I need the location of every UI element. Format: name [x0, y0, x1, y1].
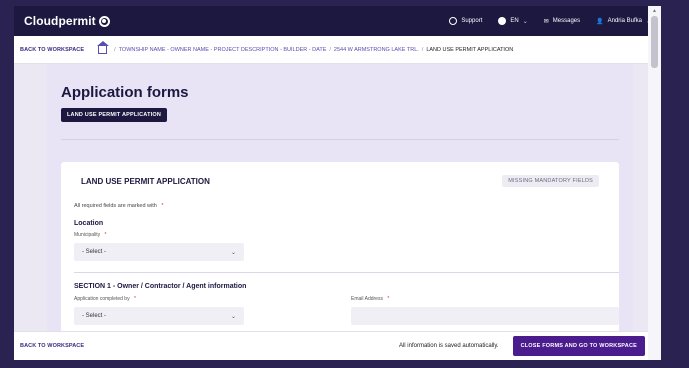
home-icon[interactable]: [97, 40, 110, 54]
required-note: All required fields are marked with *: [74, 203, 164, 209]
user-name: Andria Bufka: [607, 18, 642, 24]
form-tab-land-use[interactable]: LAND USE PERMIT APPLICATION: [61, 108, 168, 122]
divider: [61, 139, 619, 140]
chevron-down-icon: ⌄: [230, 313, 236, 320]
app-frame: Cloudpermit Support EN ⌄ ✉ Messages 👤 An…: [0, 0, 689, 368]
required-marker: *: [133, 296, 136, 302]
breadcrumb-current: LAND USE PERMIT APPLICATION: [426, 46, 514, 53]
status-badge: MISSING MANDATORY FIELDS: [502, 175, 599, 187]
completed-by-label: Application completed by *: [74, 296, 136, 302]
breadcrumb-separator: /: [421, 46, 424, 53]
back-to-workspace-link[interactable]: BACK TO WORKSPACE: [20, 47, 84, 53]
form-title: LAND USE PERMIT APPLICATION: [81, 177, 210, 186]
breadcrumb-project-link[interactable]: TOWNSHIP NAME - OWNER NAME - PROJECT DES…: [119, 47, 327, 53]
messages-icon: ✉: [543, 18, 549, 25]
brand-mark-icon: [98, 15, 110, 27]
user-menu[interactable]: 👤 Andria Bufka ⌄: [596, 18, 651, 25]
footer-bar: BACK TO WORKSPACE All information is sav…: [14, 331, 661, 360]
footer-back-to-workspace-link[interactable]: BACK TO WORKSPACE: [20, 343, 84, 349]
chevron-down-icon: ⌄: [522, 18, 528, 25]
page-title: Application forms: [61, 84, 189, 101]
messages-label: Messages: [552, 18, 581, 24]
scrollbar[interactable]: ▲: [648, 6, 661, 360]
main-content: Application forms LAND USE PERMIT APPLIC…: [47, 64, 633, 360]
required-note-text: All required fields are marked with: [74, 203, 157, 209]
municipality-label-text: Municipality: [74, 232, 101, 238]
email-label-text: Email Address: [351, 296, 383, 302]
brand-name: Cloudpermit: [24, 14, 96, 28]
municipality-label: Municipality *: [74, 232, 106, 238]
help-circle-icon: [449, 17, 458, 25]
breadcrumb: BACK TO WORKSPACE / TOWNSHIP NAME - OWNE…: [14, 36, 661, 64]
completed-by-select-value: - Select -: [82, 313, 107, 319]
municipality-select[interactable]: - Select - ⌄: [74, 243, 244, 261]
breadcrumb-separator: /: [114, 46, 116, 53]
close-forms-button[interactable]: CLOSE FORMS AND GO TO WORKSPACE: [512, 336, 645, 356]
top-nav-actions: Support EN ⌄ ✉ Messages 👤 Andria Bufka ⌄: [449, 17, 651, 25]
divider: [74, 272, 619, 273]
email-label: Email Address *: [351, 296, 389, 302]
support-link[interactable]: Support: [449, 17, 482, 25]
email-field[interactable]: [351, 307, 619, 325]
required-marker: *: [104, 232, 107, 238]
top-nav-bar: Cloudpermit Support EN ⌄ ✉ Messages 👤 An…: [14, 6, 661, 36]
chevron-down-icon: ⌄: [230, 249, 236, 256]
required-marker: *: [387, 296, 390, 302]
scrollbar-thumb[interactable]: [651, 16, 658, 68]
browser-viewport: Cloudpermit Support EN ⌄ ✉ Messages 👤 An…: [14, 6, 661, 360]
section1-heading: SECTION 1 - Owner / Contractor / Agent i…: [74, 283, 247, 290]
language-selector[interactable]: EN ⌄: [498, 17, 528, 25]
user-icon: 👤: [596, 18, 604, 25]
completed-by-select[interactable]: - Select - ⌄: [74, 307, 244, 325]
location-heading: Location: [74, 220, 104, 227]
breadcrumb-separator: /: [329, 46, 331, 53]
breadcrumb-address-link[interactable]: 2544 W ARMSTRONG LAKE TRL.: [334, 47, 419, 53]
completed-by-label-text: Application completed by: [74, 296, 130, 302]
scroll-up-icon[interactable]: ▲: [652, 8, 657, 14]
messages-link[interactable]: ✉ Messages: [544, 18, 580, 25]
language-label: EN: [510, 18, 519, 24]
autosave-note: All information is saved automatically.: [398, 343, 499, 349]
globe-icon: [498, 17, 507, 25]
support-label: Support: [461, 18, 483, 24]
required-marker: *: [161, 203, 164, 209]
municipality-select-value: - Select -: [82, 249, 107, 255]
brand-logo[interactable]: Cloudpermit: [24, 14, 110, 28]
